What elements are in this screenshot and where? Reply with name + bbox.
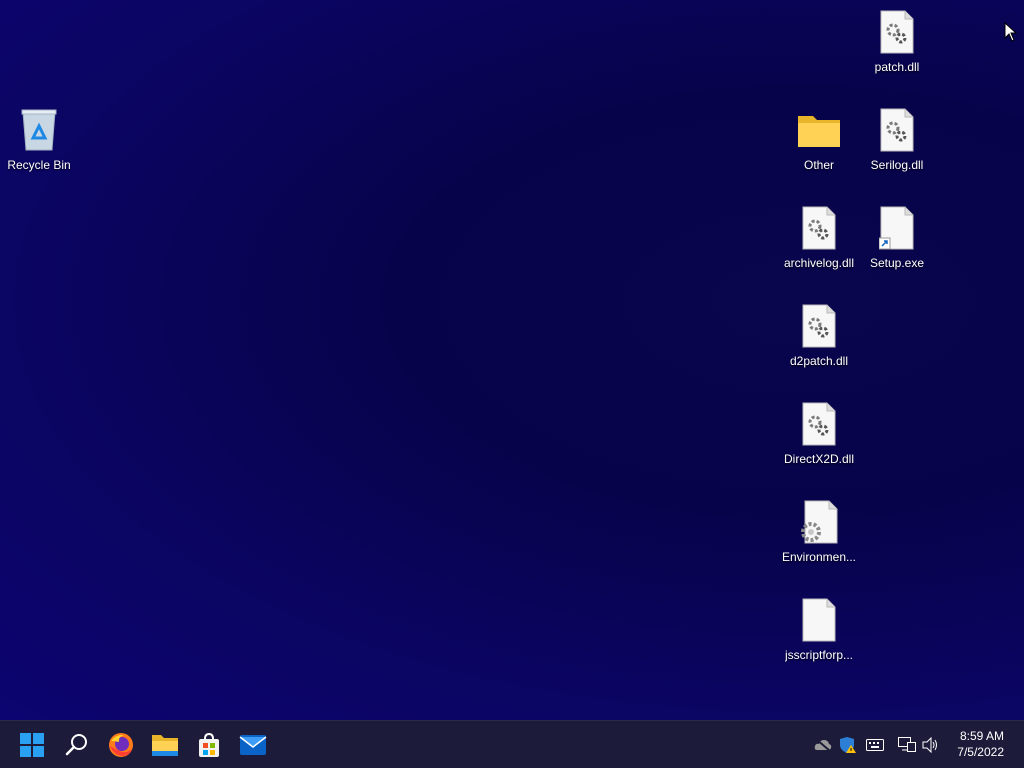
taskbar: 8:59 AM 7/5/2022 <box>0 720 1024 768</box>
mail-icon <box>239 735 267 755</box>
desktop-icon-label: Other <box>803 158 834 172</box>
store-icon <box>199 732 219 757</box>
start-button[interactable] <box>12 725 52 765</box>
dll-file-icon <box>873 106 921 154</box>
mail-button[interactable] <box>233 725 273 765</box>
desktop-icon-label: jsscriptforp... <box>784 648 853 662</box>
desktop-icon-environment[interactable]: Environmen... <box>780 492 858 582</box>
recycle-bin[interactable]: Recycle Bin <box>0 100 78 190</box>
windows-logo-icon <box>20 733 44 757</box>
desktop-icon-jscriptforp[interactable]: jsscriptforp... <box>780 590 858 680</box>
recycle-bin-icon <box>15 106 63 154</box>
file-explorer-button[interactable] <box>145 725 185 765</box>
desktop-icon-other-folder[interactable]: Other <box>780 100 858 190</box>
desktop-icon-archivelog-dll[interactable]: archivelog.dll <box>780 198 858 288</box>
desktop-icon-directx2d-dll[interactable]: DirectX2D.dll <box>780 394 858 484</box>
clock-date: 7/5/2022 <box>957 745 1004 759</box>
desktop-icon-label: DirectX2D.dll <box>783 452 855 466</box>
desktop-icon-label: patch.dll <box>874 60 920 74</box>
recycle-bin-label: Recycle Bin <box>7 158 71 172</box>
shortcut-file-icon <box>873 204 921 252</box>
desktop-icon-label: d2patch.dll <box>789 354 849 368</box>
desktop-icon-setup-exe[interactable]: Setup.exe <box>858 198 936 288</box>
desktop-icon-label: archivelog.dll <box>783 256 855 270</box>
desktop-icon-serilog-dll[interactable]: Serilog.dll <box>858 100 936 190</box>
desktop-icon-label: Serilog.dll <box>870 158 924 172</box>
search-icon <box>65 734 87 756</box>
desktop[interactable]: Recycle Bin patch.dll Other Serilog.dll … <box>0 0 1024 720</box>
microsoft-store-button[interactable] <box>189 725 229 765</box>
folder-icon <box>795 106 843 154</box>
desktop-icon-patch-dll[interactable]: patch.dll <box>858 2 936 92</box>
system-clock[interactable]: 8:59 AM 7/5/2022 <box>934 728 1004 760</box>
dll-file-icon <box>795 302 843 350</box>
firefox-icon <box>109 733 133 757</box>
security-warning-icon[interactable] <box>838 735 858 755</box>
blank-file-icon <box>795 596 843 644</box>
firefox-button[interactable] <box>101 725 141 765</box>
onedrive-offline-icon[interactable] <box>813 735 833 755</box>
desktop-icon-label: Setup.exe <box>869 256 925 270</box>
network-icon[interactable] <box>897 735 917 755</box>
config-file-icon <box>795 498 843 546</box>
mouse-cursor-icon <box>1004 22 1018 42</box>
dll-file-icon <box>795 204 843 252</box>
dll-file-icon <box>795 400 843 448</box>
keyboard-icon[interactable] <box>865 735 885 755</box>
search-button[interactable] <box>57 725 97 765</box>
dll-file-icon <box>873 8 921 56</box>
clock-time: 8:59 AM <box>959 729 1004 743</box>
desktop-icon-d2patch-dll[interactable]: d2patch.dll <box>780 296 858 386</box>
folder-icon <box>152 735 178 756</box>
desktop-icon-label: Environmen... <box>781 550 857 564</box>
